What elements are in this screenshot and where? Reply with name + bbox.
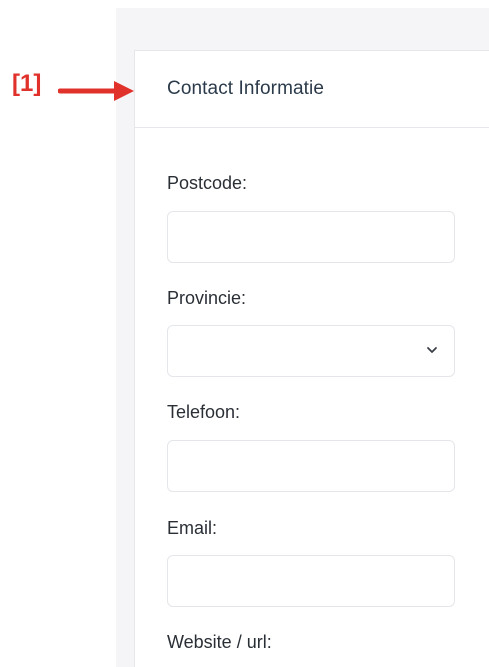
provincie-label: Provincie: [167, 288, 247, 308]
postcode-input[interactable] [167, 211, 455, 263]
telefoon-label: Telefoon: [167, 402, 241, 422]
email-input[interactable] [167, 555, 455, 607]
postcode-label: Postcode: [167, 173, 248, 193]
card-header: Contact Informatie [135, 51, 489, 128]
chevron-down-icon [427, 347, 437, 353]
provincie-select[interactable] [167, 325, 455, 377]
telefoon-input[interactable] [167, 440, 455, 492]
card-title: Contact Informatie [167, 78, 325, 99]
email-label: Email: [167, 518, 218, 538]
annotation-arrow-icon [58, 81, 134, 101]
annotation-marker: [1] [12, 70, 42, 97]
contact-info-card: Contact Informatie Postcode: Provincie: … [134, 50, 489, 667]
page: [1] Contact Informatie Postcode: Provinc… [0, 0, 489, 667]
website-label: Website / url: [167, 632, 272, 652]
